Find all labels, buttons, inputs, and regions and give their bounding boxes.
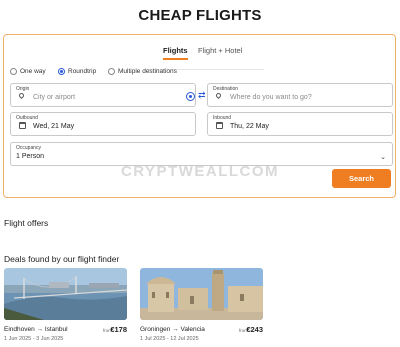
outbound-date: Wed, 21 May	[33, 123, 75, 130]
radio-selected-icon	[58, 68, 65, 75]
destination-label: Destination	[213, 86, 239, 92]
deal-dates: 1 Jul 2025 - 12 Jul 2025	[140, 336, 199, 342]
page-title: CHEAP FLIGHTS	[138, 7, 262, 24]
deal-card-valencia[interactable]: Groningen → Valencia from €243 1 Jul 202…	[140, 268, 263, 342]
outbound-field[interactable]: Outbound Wed, 21 May	[10, 112, 196, 136]
origin-input[interactable]: City or airport	[33, 94, 75, 101]
watermark: CRYPTWEALLCOM	[120, 163, 280, 180]
map-pin-icon	[214, 91, 223, 100]
istanbul-photo[interactable]	[4, 268, 127, 320]
inbound-label: Inbound	[213, 115, 232, 121]
deal-route: Eindhoven → Istanbul	[4, 326, 68, 333]
radio-multiple-destinations[interactable]: Multiple destinations	[108, 68, 177, 75]
swap-icon[interactable]: ⇄	[198, 90, 206, 101]
radio-roundtrip[interactable]: Roundtrip	[58, 68, 96, 75]
occupancy-label: Occupancy	[16, 145, 42, 151]
deals-title: Deals found by our flight finder	[4, 254, 120, 264]
occupancy-value: 1 Person	[16, 153, 45, 160]
tab-flights[interactable]: Flights	[163, 46, 188, 60]
tab-flight-hotel[interactable]: Flight + Hotel	[198, 46, 242, 55]
chevron-down-icon: ⌄	[380, 154, 386, 161]
calendar-icon	[216, 122, 223, 129]
deal-price: €243	[246, 325, 263, 334]
deal-route: Groningen → Valencia	[140, 326, 205, 333]
radio-one-way[interactable]: One way	[10, 68, 46, 75]
search-tabs: Flights Flight + Hotel	[4, 44, 395, 70]
deal-dates: 1 Jun 2025 - 3 Jun 2025	[4, 336, 64, 342]
inbound-date: Thu, 22 May	[230, 123, 269, 130]
radio-label: One way	[20, 68, 46, 75]
origin-field[interactable]: Origin City or airport	[10, 83, 196, 107]
map-pin-icon	[17, 91, 26, 100]
deal-price: €178	[110, 325, 127, 334]
radio-circle-icon	[108, 68, 115, 75]
flight-offers-title: Flight offers	[4, 218, 49, 228]
radio-label: Roundtrip	[68, 68, 97, 75]
outbound-label: Outbound	[16, 115, 38, 121]
destination-input[interactable]: Where do you want to go?	[230, 94, 312, 101]
destination-field[interactable]: Destination Where do you want to go?	[207, 83, 393, 107]
locate-me-icon[interactable]	[186, 92, 195, 101]
origin-label: Origin	[16, 86, 30, 92]
calendar-icon	[19, 122, 26, 129]
inbound-field[interactable]: Inbound Thu, 22 May	[207, 112, 393, 136]
radio-label: Multiple destinations	[118, 68, 177, 75]
deal-card-istanbul[interactable]: Eindhoven → Istanbul from €178 1 Jun 202…	[4, 268, 127, 342]
radio-circle-icon	[10, 68, 17, 75]
valencia-photo[interactable]	[140, 268, 263, 320]
